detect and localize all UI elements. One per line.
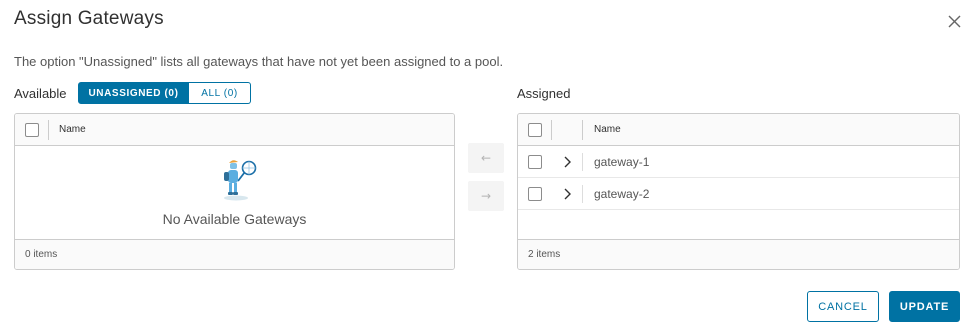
gateway-name: gateway-1 [594, 155, 650, 169]
chevron-right-icon[interactable] [562, 187, 574, 201]
assigned-grid: Name gateway-1 gateway-2 2 items [517, 113, 960, 270]
select-all-checkbox[interactable] [528, 123, 542, 137]
select-all-checkbox[interactable] [25, 123, 39, 137]
column-separator [582, 120, 583, 140]
grid-footer: 2 items [518, 239, 959, 269]
filter-all-button[interactable]: ALL (0) [189, 82, 251, 104]
table-row[interactable]: gateway-2 [518, 178, 959, 210]
item-count: 2 items [528, 249, 561, 260]
update-button[interactable]: UPDATE [889, 291, 960, 322]
available-grid: Name No Available Gateways 0 items [14, 113, 455, 270]
column-header-name: Name [594, 124, 621, 135]
grid-footer: 0 items [15, 239, 454, 269]
assigned-label: Assigned [517, 86, 571, 101]
row-checkbox[interactable] [528, 187, 542, 201]
move-right-button[interactable]: → [468, 181, 504, 211]
column-separator [48, 120, 49, 140]
modal-title: Assign Gateways [14, 8, 164, 29]
filter-unassigned-button[interactable]: UNASSIGNED (0) [78, 82, 189, 104]
available-label: Available [14, 86, 67, 101]
arrow-right-icon: → [480, 189, 492, 203]
empty-state-illustration-icon [218, 157, 258, 201]
chevron-right-icon[interactable] [562, 155, 574, 169]
column-header-name: Name [59, 124, 86, 135]
item-count: 0 items [25, 249, 58, 260]
close-icon[interactable] [944, 11, 964, 31]
table-row[interactable]: gateway-1 [518, 146, 959, 178]
cancel-button[interactable]: CANCEL [807, 291, 879, 322]
arrow-left-icon: ← [480, 151, 492, 165]
column-separator [551, 120, 552, 140]
grid-header: Name [15, 114, 454, 146]
column-separator [582, 153, 583, 171]
grid-header: Name [518, 114, 959, 146]
column-separator [582, 185, 583, 203]
empty-state-text: No Available Gateways [162, 211, 307, 227]
row-checkbox[interactable] [528, 155, 542, 169]
gateway-name: gateway-2 [594, 187, 650, 201]
modal-description: The option "Unassigned" lists all gatewa… [14, 54, 504, 69]
filter-toggle: UNASSIGNED (0) ALL (0) [78, 82, 251, 104]
move-left-button[interactable]: ← [468, 143, 504, 173]
